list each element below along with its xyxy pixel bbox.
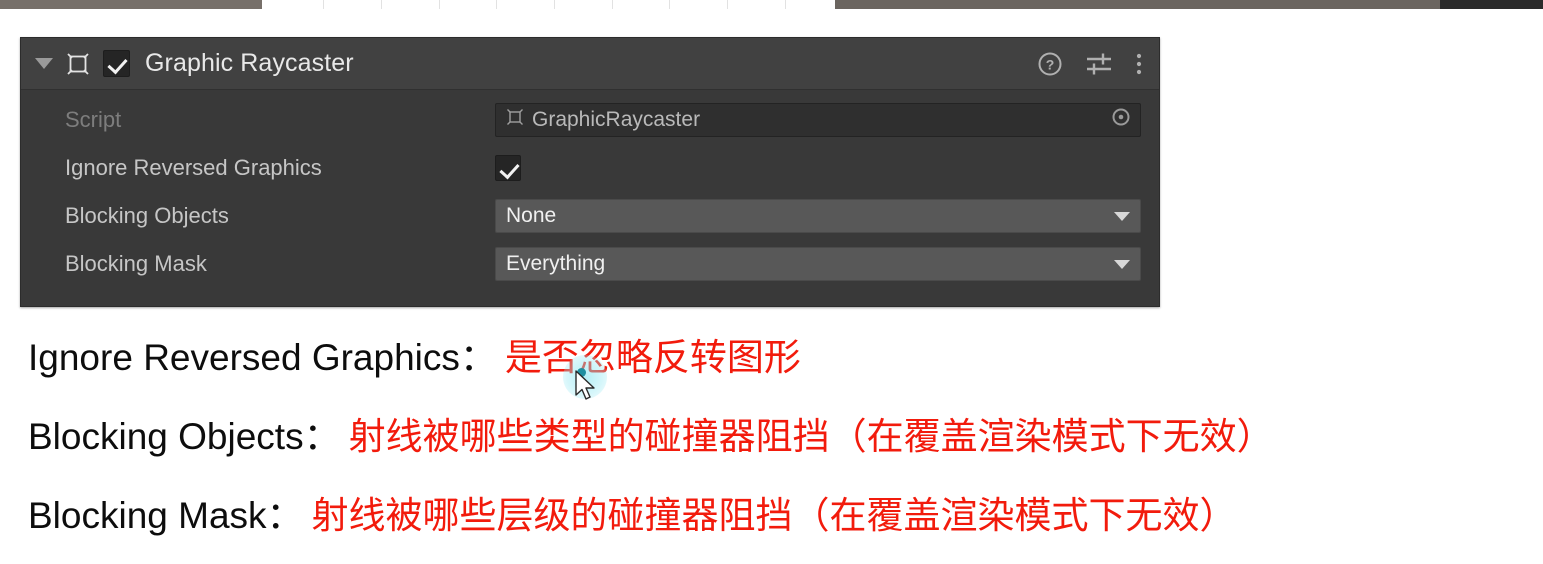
property-label-blocking-mask: Blocking Mask xyxy=(65,251,207,276)
script-icon xyxy=(506,108,524,132)
toolbar-segment-ruler xyxy=(262,0,835,9)
property-row-blocking-objects: Blocking Objects None xyxy=(21,192,1159,240)
script-object-value: GraphicRaycaster xyxy=(532,108,701,131)
header-icon-group: ? xyxy=(1037,51,1143,77)
blocking-mask-value: Everything xyxy=(506,252,606,275)
component-header[interactable]: Graphic Raycaster ? xyxy=(21,38,1159,90)
ruler-tick xyxy=(728,0,786,9)
toolbar-segment-left xyxy=(0,0,262,9)
property-label-script: Script xyxy=(65,107,122,132)
blocking-objects-dropdown[interactable]: None xyxy=(495,199,1141,233)
preset-icon[interactable] xyxy=(1085,51,1113,77)
cropped-toolbar-strip xyxy=(0,0,1543,9)
more-menu-icon[interactable] xyxy=(1135,51,1143,77)
blocking-mask-dropdown[interactable]: Everything xyxy=(495,247,1141,281)
object-picker-icon[interactable] xyxy=(1110,106,1132,134)
help-icon[interactable]: ? xyxy=(1037,51,1063,77)
ruler-tick xyxy=(440,0,497,9)
ruler-tick xyxy=(382,0,440,9)
ruler-tick xyxy=(613,0,670,9)
property-label-blocking-objects: Blocking Objects xyxy=(65,203,229,228)
annotation-english-3: Blocking Mask： xyxy=(28,495,304,536)
annotation-line-ignore-reversed-graphics: Ignore Reversed Graphics： 是否忽略反转图形 xyxy=(28,327,1528,406)
annotation-english-2: Blocking Objects： xyxy=(28,416,341,457)
ruler-tick xyxy=(497,0,555,9)
annotation-chinese-2: 射线被哪些类型的碰撞器阻挡（在覆盖渲染模式下无效） xyxy=(348,415,1274,458)
annotation-block: Ignore Reversed Graphics： 是否忽略反转图形 Block… xyxy=(28,327,1528,564)
ruler-tick xyxy=(324,0,382,9)
inspector-component-panel: Graphic Raycaster ? Script GraphicRaycas… xyxy=(20,37,1160,307)
toolbar-segment-far-right xyxy=(1440,0,1543,9)
annotation-english-1: Ignore Reversed Graphics： xyxy=(28,337,497,378)
graphic-raycaster-glyph xyxy=(67,52,89,75)
annotation-chinese-3: 射线被哪些层级的碰撞器阻挡（在覆盖渲染模式下无效） xyxy=(311,494,1237,537)
annotation-chinese-1: 是否忽略反转图形 xyxy=(504,336,801,379)
component-enabled-checkbox[interactable] xyxy=(103,50,130,77)
ignore-reversed-graphics-value-slot xyxy=(495,155,1141,181)
ruler-tick xyxy=(670,0,728,9)
toolbar-segment-right xyxy=(835,0,1440,9)
ruler-tick xyxy=(555,0,613,9)
ignore-reversed-graphics-checkbox[interactable] xyxy=(495,155,521,181)
script-object-field[interactable]: GraphicRaycaster xyxy=(495,103,1141,137)
property-row-ignore-reversed-graphics: Ignore Reversed Graphics xyxy=(21,144,1159,192)
foldout-arrow-icon[interactable] xyxy=(35,58,53,69)
blocking-objects-value: None xyxy=(506,204,557,227)
svg-text:?: ? xyxy=(1046,56,1055,72)
annotation-line-blocking-objects: Blocking Objects： 射线被哪些类型的碰撞器阻挡（在覆盖渲染模式下… xyxy=(28,406,1528,485)
property-label-ignore-reversed-graphics: Ignore Reversed Graphics xyxy=(65,155,322,180)
chevron-down-icon xyxy=(1114,211,1130,221)
chevron-down-icon xyxy=(1114,259,1130,269)
ruler-tick xyxy=(262,0,324,9)
graphic-raycaster-icon xyxy=(65,51,91,77)
property-row-blocking-mask: Blocking Mask Everything xyxy=(21,240,1159,288)
property-row-script: Script GraphicRaycaster xyxy=(21,96,1159,144)
component-title: Graphic Raycaster xyxy=(145,49,354,77)
ruler-tick xyxy=(786,0,835,9)
property-list: Script GraphicRaycaster Ignore Reversed … xyxy=(21,90,1159,288)
annotation-line-blocking-mask: Blocking Mask： 射线被哪些层级的碰撞器阻挡（在覆盖渲染模式下无效） xyxy=(28,485,1528,564)
